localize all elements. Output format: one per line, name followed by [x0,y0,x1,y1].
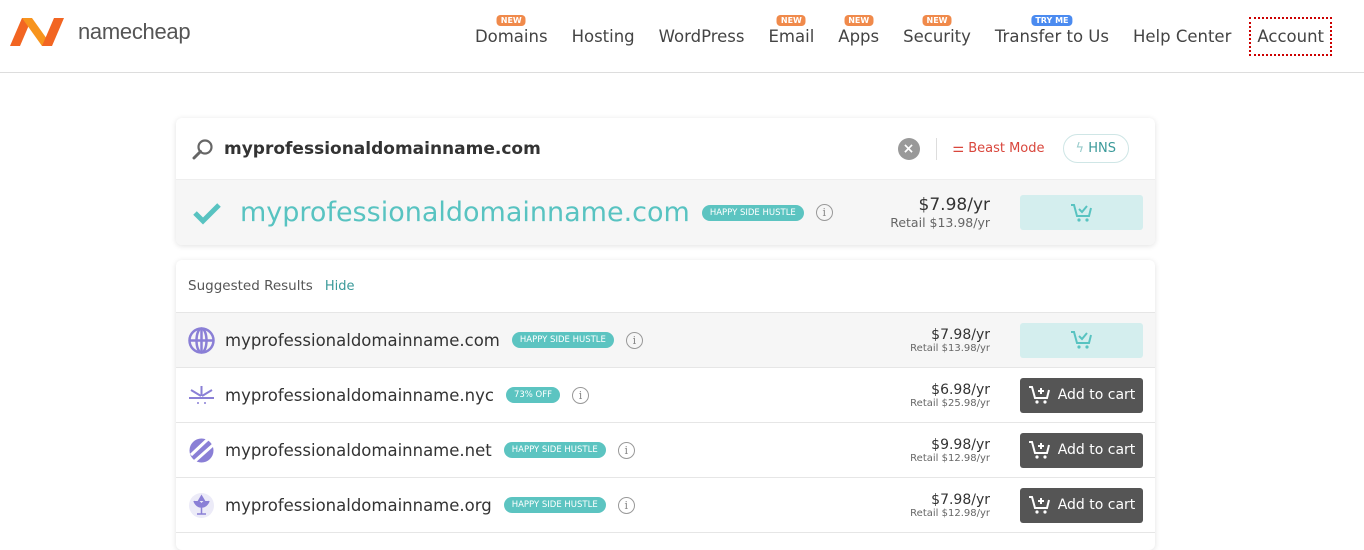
search-card: myprofessionaldomainname.com × ⚌ Beast Mo… [176,118,1155,245]
nav-email[interactable]: Email NEW [767,15,817,52]
site-header: namecheap Domains NEW Hosting WordPress Emai… [0,0,1364,73]
hns-icon: ϟ [1075,141,1085,156]
suggested-row: myprofessionaldomainname.nyc 73% OFF i $6.9… [176,368,1155,423]
suggested-row: myprofessionaldomainname.org HAPPY SIDE H… [176,478,1155,533]
price-value: $6.98/yr [931,381,990,398]
main-result-row: myprofessionaldomainname.com HAPPY SIDE … [176,180,1155,245]
price: $7.98/yr Retail $13.98/yr [910,327,990,354]
cart-check-icon [1070,331,1092,349]
retail-price: Retail $13.98/yr [890,215,990,230]
promo-tag: HAPPY SIDE HUSTLE [503,442,606,458]
globe-icon [188,326,215,354]
price: $7.98/yr Retail $12.98/yr [910,492,990,519]
add-to-cart-button[interactable]: Add to cart [1020,377,1143,413]
nav-wordpress[interactable]: WordPress [657,21,747,52]
nav-label: Hosting [571,27,635,46]
nav-label: Apps [838,27,880,46]
suggested-row: myprofessionaldomainname.com HAPPY SIDE H… [176,313,1155,368]
org-icon [188,492,215,519]
beast-mode-label: Beast Mode [968,141,1045,156]
suggested-title: Suggested Results [188,278,313,294]
nav-label: Domains [474,27,548,46]
search-input[interactable]: myprofessionaldomainname.com [224,139,898,159]
promo-tag: HAPPY SIDE HUSTLE [503,497,606,513]
domain-name: myprofessionaldomainname.net [225,440,492,460]
nav-label: Security [903,27,971,46]
namecheap-logo-icon [10,18,64,46]
search-icon [192,138,213,159]
nav-badge: TRY ME [1031,15,1073,26]
price-value: $9.98/yr [931,436,990,453]
nav-label: Account [1257,27,1324,46]
promo-tag: HAPPY SIDE HUSTLE [701,204,804,221]
cart-icon [1028,441,1050,459]
in-cart-button[interactable] [1020,322,1143,358]
logo[interactable]: namecheap [8,14,191,50]
add-to-cart-label: Add to cart [1057,387,1136,403]
main-nav: Domains NEW Hosting WordPress Email NEW Apps NE… [453,0,1332,73]
retail-price: Retail $25.98/yr [910,397,990,409]
price-value: $7.98/yr [931,491,990,508]
info-icon[interactable]: i [617,496,635,514]
nav-badge: NEW [776,15,806,26]
nav-label: Email [768,27,815,46]
cart-icon [1028,386,1050,404]
add-to-cart-label: Add to cart [1057,442,1136,458]
price: $7.98/yr Retail $13.98/yr [890,195,990,230]
beast-mode-button[interactable]: ⚌ Beast Mode [953,141,1045,156]
nav-badge: NEW [922,15,952,26]
cart-check-icon [1070,203,1092,222]
suggested-results-card: Suggested Results Hide myprofessionaldom… [176,260,1155,550]
nav-security[interactable]: Security NEW [901,15,973,52]
nav-account[interactable]: Account [1249,17,1332,56]
price: $6.98/yr Retail $25.98/yr [910,382,990,409]
nav-badge: NEW [844,15,874,26]
in-cart-button[interactable] [1020,195,1143,230]
nyc-icon [188,382,215,409]
nav-badge: NEW [496,15,526,26]
divider [935,137,937,160]
info-icon[interactable]: i [617,441,635,459]
net-icon [188,437,215,464]
main-domain: myprofessionaldomainname.com [240,197,690,228]
nav-label: Transfer to Us [994,27,1109,46]
price: $9.98/yr Retail $12.98/yr [910,437,990,464]
hns-label: HNS [1088,141,1116,156]
nav-transfer-to-us[interactable]: Transfer to Us TRY ME [993,15,1111,52]
check-icon [193,202,221,225]
add-to-cart-label: Add to cart [1057,497,1136,513]
retail-price: Retail $12.98/yr [910,452,990,464]
cart-icon [1028,496,1050,514]
info-icon[interactable]: i [625,331,643,349]
promo-tag: 73% OFF [505,387,561,403]
suggested-row: myprofessionaldomainname.net HAPPY SIDE H… [176,423,1155,478]
retail-price: Retail $12.98/yr [910,507,990,519]
price-value: $7.98/yr [931,326,990,343]
nav-apps[interactable]: Apps NEW [836,15,881,52]
domain-name: myprofessionaldomainname.com [225,330,500,350]
nav-hosting[interactable]: Hosting [570,21,637,52]
add-to-cart-button[interactable]: Add to cart [1020,487,1143,523]
info-icon[interactable]: i [572,386,590,404]
domain-name: myprofessionaldomainname.nyc [225,385,494,405]
nav-label: WordPress [658,27,745,46]
sliders-icon: ⚌ [952,141,965,156]
hide-link[interactable]: Hide [325,279,355,294]
add-to-cart-button[interactable]: Add to cart [1020,432,1143,468]
promo-tag: HAPPY SIDE HUSTLE [511,332,614,348]
price-value: $7.98/yr [918,195,990,215]
nav-help-center[interactable]: Help Center [1131,21,1233,52]
retail-price: Retail $13.98/yr [910,342,990,354]
logo-text: namecheap [78,19,191,44]
nav-domains[interactable]: Domains NEW [473,15,550,52]
domain-name: myprofessionaldomainname.org [225,495,492,515]
hns-button[interactable]: ϟ HNS [1062,134,1129,163]
clear-search-button[interactable]: × [897,137,920,160]
nav-label: Help Center [1132,27,1232,46]
info-icon[interactable]: i [815,204,833,221]
